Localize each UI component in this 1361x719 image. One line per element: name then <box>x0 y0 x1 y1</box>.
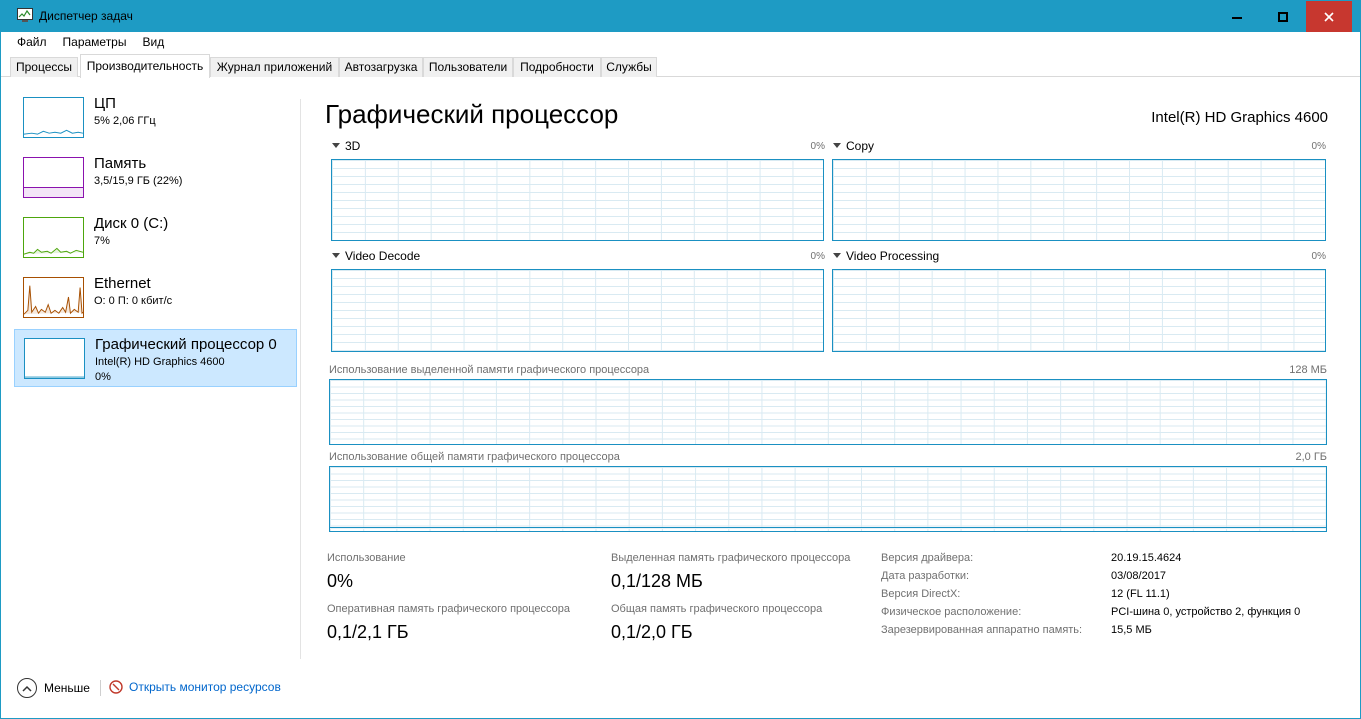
tab-startup[interactable]: Автозагрузка <box>339 57 423 77</box>
open-resource-monitor-link[interactable]: Открыть монитор ресурсов <box>109 680 281 694</box>
sidebar-cpu-name: ЦП <box>94 95 116 112</box>
tab-strip: Процессы Производительность Журнал прило… <box>1 52 1360 78</box>
sidebar-memory-detail: 3,5/15,9 ГБ (22%) <box>94 175 183 187</box>
close-icon <box>1324 11 1334 22</box>
engine-video-decode-graph <box>331 269 824 352</box>
tab-processes[interactable]: Процессы <box>10 57 78 77</box>
resource-monitor-icon <box>109 680 123 694</box>
close-button[interactable] <box>1306 1 1352 32</box>
sidebar-gpu-name: Графический процессор 0 <box>95 336 277 353</box>
shared-memory-graph <box>329 466 1327 532</box>
maximize-button[interactable] <box>1260 1 1306 32</box>
footer-divider <box>100 680 101 696</box>
info-driver-version-label: Версия драйвера: <box>881 552 974 564</box>
menu-view[interactable]: Вид <box>133 32 171 52</box>
maximize-icon <box>1278 11 1288 22</box>
sidebar-item-memory[interactable]: Память 3,5/15,9 ГБ (22%) <box>14 149 297 207</box>
open-resource-monitor-label: Открыть монитор ресурсов <box>129 680 281 694</box>
chevron-down-icon <box>332 143 340 148</box>
info-driver-date-value: 03/08/2017 <box>1111 570 1167 582</box>
sidebar-memory-name: Память <box>94 155 147 172</box>
task-manager-window: Диспетчер задач Файл Параметры Вид Проце… <box>0 0 1361 719</box>
info-reserved-memory-value: 15,5 МБ <box>1111 624 1152 636</box>
ethernet-thumbnail <box>23 277 84 318</box>
engine-copy-label: Copy <box>846 139 875 153</box>
engine-3d-graph <box>331 159 824 241</box>
sidebar-item-gpu[interactable]: Графический процессор 0 Intel(R) HD Grap… <box>14 329 297 387</box>
engine-video-processing-percent: 0% <box>1311 251 1326 262</box>
chevron-down-icon <box>833 253 841 258</box>
gpu-thumbnail <box>24 338 85 379</box>
page-title: Графический процессор <box>325 99 619 129</box>
stat-gpu-ram-label: Оперативная память графического процессо… <box>327 603 571 615</box>
engine-copy-graph <box>832 159 1326 241</box>
window-title: Диспетчер задач <box>39 9 133 23</box>
sidebar-disk-name: Диск 0 (C:) <box>94 215 169 232</box>
sidebar-item-cpu[interactable]: ЦП 5% 2,06 ГГц <box>14 89 297 147</box>
engine-3d-selector[interactable]: 3D <box>332 139 360 153</box>
minimize-button[interactable] <box>1214 1 1260 32</box>
sidebar-gpu-usage: 0% <box>95 371 111 383</box>
fewer-details-label: Меньше <box>44 681 90 695</box>
sidebar-item-disk[interactable]: Диск 0 (C:) 7% <box>14 209 297 267</box>
stat-shared-label: Общая память графического процессора <box>611 603 823 615</box>
engine-copy-selector[interactable]: Copy <box>833 139 874 153</box>
panel-divider[interactable] <box>300 99 301 659</box>
chevron-down-icon <box>833 143 841 148</box>
info-location-value: PCI-шина 0, устройство 2, функция 0 <box>1111 606 1301 618</box>
sidebar-cpu-detail: 5% 2,06 ГГц <box>94 115 156 127</box>
chevron-up-icon <box>17 678 37 698</box>
tab-details[interactable]: Подробности <box>513 57 601 77</box>
menu-bar: Файл Параметры Вид <box>1 32 1360 52</box>
stat-gpu-ram-value: 0,1/2,1 ГБ <box>327 622 409 642</box>
engine-copy-percent: 0% <box>1311 141 1326 152</box>
shared-memory-max: 2,0 ГБ <box>1295 451 1327 463</box>
sidebar-ethernet-name: Ethernet <box>94 275 151 292</box>
stat-usage-value: 0% <box>327 571 354 591</box>
engine-video-processing-graph <box>832 269 1326 352</box>
sidebar-item-ethernet[interactable]: Ethernet О: 0 П: 0 кбит/с <box>14 269 297 327</box>
info-location-label: Физическое расположение: <box>881 606 1022 618</box>
shared-memory-label: Использование общей памяти графического … <box>329 451 620 463</box>
title-bar[interactable]: Диспетчер задач <box>1 1 1360 32</box>
stat-usage-label: Использование <box>327 552 406 564</box>
minimize-icon <box>1232 16 1242 19</box>
menu-file[interactable]: Файл <box>1 32 54 52</box>
chevron-down-icon <box>332 253 340 258</box>
fewer-details-button[interactable]: Меньше <box>17 678 90 698</box>
dedicated-memory-graph <box>329 379 1327 445</box>
tab-users[interactable]: Пользователи <box>423 57 513 77</box>
stat-dedicated-value: 0,1/128 МБ <box>611 571 703 591</box>
dedicated-memory-label: Использование выделенной памяти графичес… <box>329 364 650 376</box>
engine-video-processing-selector[interactable]: Video Processing <box>833 249 939 263</box>
sidebar-ethernet-detail: О: 0 П: 0 кбит/с <box>94 295 173 307</box>
engine-video-decode-percent: 0% <box>810 251 825 262</box>
engine-3d-percent: 0% <box>810 141 825 152</box>
engine-3d-label: 3D <box>345 139 361 153</box>
menu-options[interactable]: Параметры <box>54 32 134 52</box>
disk-thumbnail <box>23 217 84 258</box>
gpu-model-name: Intel(R) HD Graphics 4600 <box>1151 109 1328 126</box>
engine-video-decode-label: Video Decode <box>345 249 421 263</box>
tab-performance[interactable]: Производительность <box>80 54 210 78</box>
sidebar-gpu-model: Intel(R) HD Graphics 4600 <box>95 356 225 368</box>
task-manager-icon <box>17 8 33 22</box>
dedicated-memory-max: 128 МБ <box>1289 364 1327 376</box>
info-directx-value: 12 (FL 11.1) <box>1111 588 1170 600</box>
info-directx-label: Версия DirectX: <box>881 588 961 600</box>
info-driver-version-value: 20.19.15.4624 <box>1111 552 1182 564</box>
engine-video-processing-label: Video Processing <box>846 249 940 263</box>
sidebar-disk-detail: 7% <box>94 235 110 247</box>
cpu-thumbnail <box>23 97 84 138</box>
engine-video-decode-selector[interactable]: Video Decode <box>332 249 420 263</box>
stat-dedicated-label: Выделенная память графического процессор… <box>611 552 851 564</box>
stat-shared-value: 0,1/2,0 ГБ <box>611 622 693 642</box>
memory-thumbnail <box>23 157 84 198</box>
shared-memory-usage-line <box>330 527 1326 529</box>
tab-app-history[interactable]: Журнал приложений <box>210 57 339 77</box>
info-driver-date-label: Дата разработки: <box>881 570 970 582</box>
tab-services[interactable]: Службы <box>601 57 657 77</box>
info-reserved-memory-label: Зарезервированная аппаратно память: <box>881 624 1083 636</box>
